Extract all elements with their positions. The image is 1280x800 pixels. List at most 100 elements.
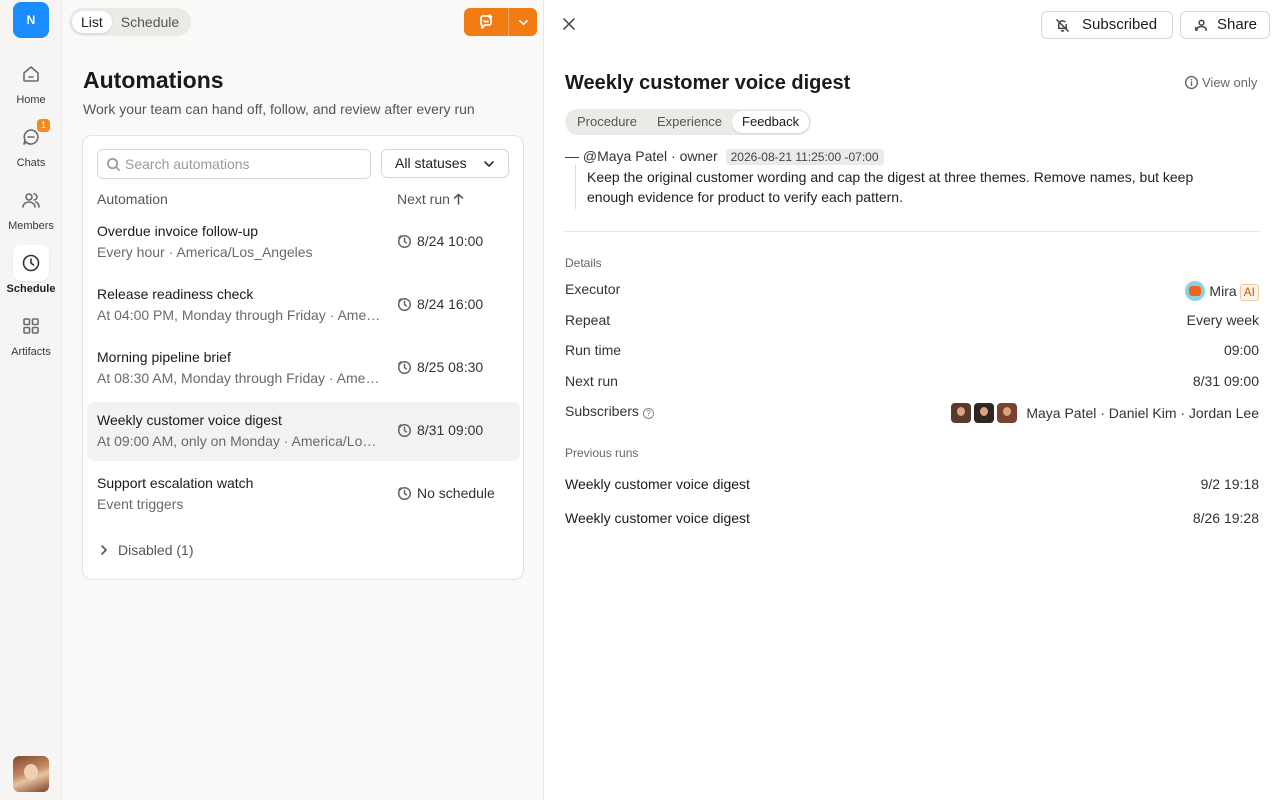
help-icon[interactable]: ? (642, 408, 654, 419)
members-icon (17, 186, 45, 214)
next-run-value: 8/24 10:00 (417, 233, 484, 249)
home-icon (17, 60, 45, 88)
view-list-option[interactable]: List (72, 11, 112, 33)
new-automation-button[interactable] (464, 8, 537, 36)
next-run-detail-value: 8/31 09:00 (1192, 373, 1259, 389)
section-divider (565, 231, 1259, 232)
automation-title: Weekly customer voice digest (97, 412, 282, 428)
clock-icon (397, 486, 412, 501)
new-automation-dropdown[interactable] (509, 8, 537, 36)
automation-next-run: 8/25 08:30 (397, 359, 507, 375)
nav-schedule[interactable]: Schedule (4, 245, 58, 303)
column-header-automation[interactable]: Automation (97, 191, 168, 207)
feedback-body: Keep the original customer wording and c… (575, 165, 1235, 209)
chevron-down-icon (518, 19, 528, 25)
automation-row[interactable]: Support escalation watch Event triggers … (87, 465, 520, 524)
nav-artifacts-label: Artifacts (11, 346, 51, 358)
nav-home[interactable]: Home (4, 58, 58, 114)
clock-icon (13, 245, 49, 281)
robot-avatar-icon (1185, 281, 1206, 301)
automation-row[interactable]: Morning pipeline brief At 08:30 AM, Mond… (87, 339, 520, 398)
run-time-label: Run time (565, 342, 622, 358)
automation-row-selected[interactable]: Weekly customer voice digest At 09:00 AM… (87, 402, 520, 461)
search-input[interactable] (125, 154, 365, 174)
subscribers-value[interactable]: Maya Patel · Daniel Kim · Jordan Lee (951, 403, 1259, 423)
next-run-label: Next run (565, 373, 618, 389)
avatar (951, 403, 972, 423)
tab-procedure[interactable]: Procedure (567, 111, 647, 133)
executor-name: Mira (1209, 283, 1237, 299)
automation-row[interactable]: Release readiness check At 04:00 PM, Mon… (87, 276, 520, 335)
automation-row[interactable]: Overdue invoice follow-up Every hour · A… (87, 213, 520, 272)
tab-experience[interactable]: Experience (647, 111, 732, 133)
disabled-group-toggle[interactable]: Disabled (1) (99, 542, 193, 558)
nav-members[interactable]: Members (4, 184, 58, 240)
bell-off-icon (1056, 19, 1069, 32)
column-header-next-run-label: Next run (397, 191, 450, 207)
nav-chats-label: Chats (16, 157, 46, 169)
previous-run-time: 8/26 19:28 (1192, 510, 1259, 526)
clock-icon (397, 297, 412, 312)
next-run-value: 8/25 08:30 (417, 359, 484, 375)
close-button[interactable] (562, 17, 578, 33)
user-avatar[interactable] (13, 756, 49, 792)
ai-badge: AI (1239, 284, 1259, 301)
automation-schedule: At 04:00 PM, Monday through Friday · Ame… (97, 307, 381, 323)
workspace-badge[interactable]: N (13, 2, 49, 38)
executor-label: Executor (565, 281, 621, 297)
nav-chats[interactable]: 1 Chats (4, 119, 58, 177)
avatar (974, 403, 995, 423)
feedback-header: — @Maya Patel · owner 2026-08-21 11:25:0… (565, 148, 884, 165)
previous-run-row[interactable]: Weekly customer voice digest 9/2 19:18 (565, 476, 1259, 496)
automation-next-run: 8/24 10:00 (397, 233, 507, 249)
view-schedule-option[interactable]: Schedule (112, 11, 188, 33)
automation-next-run: 8/31 09:00 (397, 422, 507, 438)
automation-title: Overdue invoice follow-up (97, 223, 259, 239)
clock-icon (397, 234, 412, 249)
next-run-row: Next run 8/31 09:00 (565, 373, 1259, 393)
automation-title: Support escalation watch (97, 475, 254, 491)
new-automation-main[interactable] (464, 8, 509, 36)
executor-row: Executor Mira AI (565, 281, 1259, 301)
subscribed-button[interactable]: Subscribed (1041, 11, 1173, 39)
automation-detail-panel: Subscribed Share Weekly customer voice d… (544, 0, 1280, 800)
automation-next-run: No schedule (397, 485, 507, 501)
nav-members-label: Members (8, 220, 54, 232)
detail-title: Weekly customer voice digest (565, 72, 851, 94)
automation-schedule: At 09:00 AM, only on Monday · America/Lo… (97, 433, 381, 449)
automation-title: Release readiness check (97, 286, 254, 302)
detail-tabs: Procedure Experience Feedback (565, 109, 812, 135)
automation-schedule: At 08:30 AM, Monday through Friday · Ame… (97, 370, 381, 386)
automation-schedule: Every hour · America/Los_Angeles (97, 244, 313, 260)
feedback-timestamp: 2026-08-21 11:25:00 -07:00 (725, 149, 884, 165)
status-filter-select[interactable]: All statuses (381, 149, 509, 178)
search-box[interactable] (97, 149, 371, 179)
status-filter-value: All statuses (395, 155, 467, 171)
page-title: Automations (83, 67, 224, 93)
chats-unread-badge: 1 (37, 119, 50, 132)
run-time-value: 09:00 (1223, 342, 1259, 358)
subscribers-label-wrap: Subscribers? (565, 403, 654, 419)
repeat-row: Repeat Every week (565, 312, 1259, 332)
previous-run-row[interactable]: Weekly customer voice digest 8/26 19:28 (565, 510, 1259, 530)
repeat-value: Every week (1186, 312, 1259, 328)
nav-artifacts[interactable]: Artifacts (4, 310, 58, 366)
next-run-value: 8/24 16:00 (417, 296, 484, 312)
automations-card: All statuses Automation Next run Overdue… (82, 135, 524, 580)
view-only-label: View only (1202, 75, 1258, 90)
subscribers-row: Subscribers? Maya Patel · Daniel Kim · J… (565, 403, 1259, 423)
nav-home-label: Home (16, 94, 46, 106)
close-icon (563, 18, 575, 30)
executor-value[interactable]: Mira AI (1185, 281, 1259, 301)
repeat-label: Repeat (565, 312, 611, 328)
nav-schedule-label: Schedule (6, 283, 56, 295)
column-header-next-run[interactable]: Next run (397, 191, 464, 207)
share-button[interactable]: Share (1180, 11, 1270, 39)
automation-title: Morning pipeline brief (97, 349, 231, 365)
tab-feedback[interactable]: Feedback (732, 111, 810, 133)
details-section-label: Details (565, 256, 602, 270)
automation-next-run: 8/24 16:00 (397, 296, 507, 312)
chevron-right-icon (101, 545, 107, 555)
avatar (997, 403, 1018, 423)
previous-run-time: 9/2 19:18 (1200, 476, 1259, 492)
